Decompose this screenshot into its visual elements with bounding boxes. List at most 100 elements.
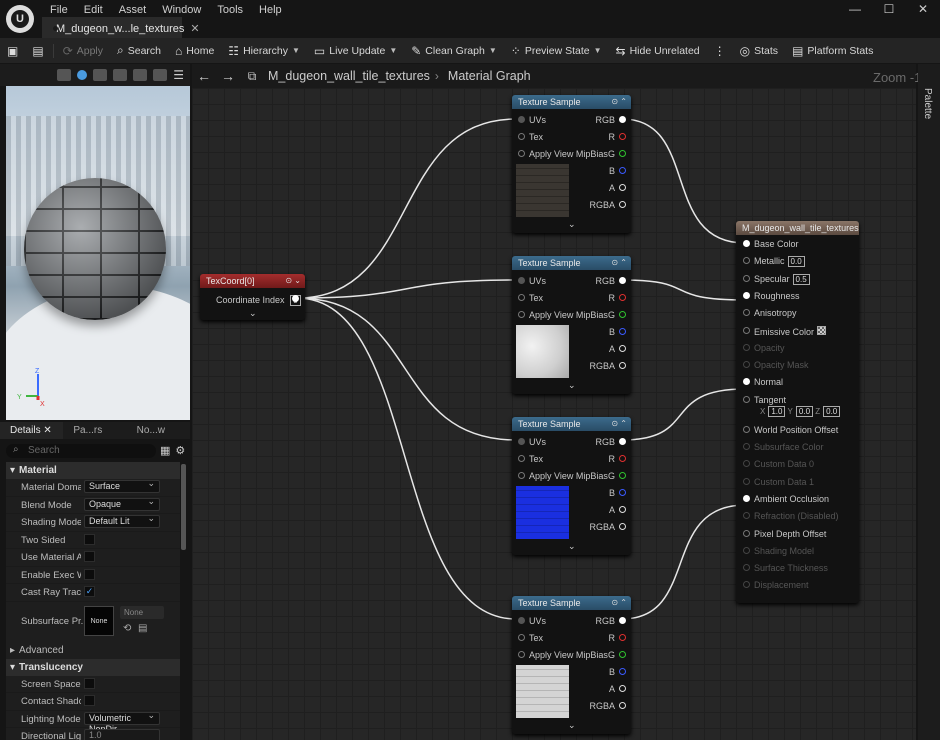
input-pin[interactable]: [518, 294, 525, 301]
apply-button[interactable]: ⟳ Apply: [56, 38, 110, 63]
material-preview-viewport[interactable]: Z Y X: [6, 86, 190, 420]
blend-mode-dropdown[interactable]: Opaque: [84, 496, 160, 511]
input-pin[interactable]: [518, 116, 525, 123]
output-pin[interactable]: [619, 277, 626, 284]
enable-exec-wire-checkbox[interactable]: [84, 568, 95, 580]
input-pin[interactable]: [518, 651, 525, 658]
output-node-input-pin[interactable]: [743, 326, 750, 334]
output-pin[interactable]: [619, 116, 626, 123]
directional-lighting-field[interactable]: 1.0: [84, 729, 160, 740]
search-button[interactable]: ⌕ Search: [110, 38, 168, 63]
texture-sample-node[interactable]: Texture Sample ⊙ ⌃ UVs Tex Apply View MipBia…: [512, 256, 631, 394]
input-pin[interactable]: [518, 150, 525, 157]
output-pin[interactable]: [619, 489, 626, 496]
hamburger-menu-icon[interactable]: ☰: [173, 68, 184, 82]
details-scrollbar[interactable]: [181, 464, 186, 550]
output-node-input-pin[interactable]: [743, 395, 750, 403]
menu-tools[interactable]: Tools: [209, 3, 251, 17]
input-pin[interactable]: [518, 617, 525, 624]
hide-unrelated-button[interactable]: ⇆ Hide Unrelated: [609, 38, 707, 63]
output-node-input-pin[interactable]: [743, 343, 750, 351]
preview-state-button[interactable]: ⁘ Preview State ▼: [504, 38, 609, 63]
reset-arrow-icon[interactable]: ⟲: [123, 623, 134, 634]
save-button[interactable]: ▣: [0, 38, 25, 63]
node-preview-icon[interactable]: ⊙ ⌃: [611, 256, 627, 270]
output-pin[interactable]: [619, 455, 626, 462]
node-preview-icon[interactable]: ⊙ ⌃: [611, 95, 627, 109]
forward-arrow-icon[interactable]: →: [216, 68, 240, 84]
output-pin[interactable]: [619, 523, 626, 530]
pin-value-field[interactable]: 0.5: [792, 273, 810, 285]
close-tab-icon[interactable]: ✕: [190, 22, 199, 35]
cylinder-preview-icon[interactable]: [133, 69, 148, 81]
hierarchy-button[interactable]: ☷ Hierarchy ▼: [221, 38, 307, 63]
output-node-input-pin[interactable]: [743, 564, 750, 572]
input-pin[interactable]: [518, 277, 525, 284]
input-pin[interactable]: [518, 133, 525, 140]
output-node-input-pin[interactable]: [743, 581, 750, 589]
output-node-input-pin[interactable]: [743, 378, 750, 386]
details-search-input[interactable]: Search: [6, 443, 156, 458]
output-pin[interactable]: [619, 201, 626, 208]
breadcrumb-graph[interactable]: Material Graph: [448, 69, 531, 83]
menu-asset[interactable]: Asset: [111, 3, 155, 17]
unreal-logo[interactable]: U: [6, 5, 34, 33]
home-button[interactable]: ⌂ Home: [168, 38, 221, 63]
output-node-input-pin[interactable]: [743, 291, 750, 299]
section-material[interactable]: ▾ Material: [6, 462, 180, 479]
two-sided-checkbox[interactable]: [84, 533, 95, 545]
output-node-input-pin[interactable]: [743, 240, 750, 247]
output-node-input-pin[interactable]: [743, 460, 750, 468]
tab-node-preview[interactable]: No...w: [127, 422, 190, 439]
stats-button[interactable]: ◎ Stats: [733, 38, 785, 63]
pin-value-field[interactable]: 0.0: [787, 256, 805, 268]
texcoord-node[interactable]: TexCoord[0] ⊙ ⌄ Coordinate Index 0 ⌄: [200, 274, 305, 320]
texture-sample-node[interactable]: Texture Sample ⊙ ⌃ UVs Tex Apply View MipBia…: [512, 596, 631, 734]
output-node-input-pin[interactable]: [743, 512, 750, 520]
clean-graph-button[interactable]: ✎ Clean Graph ▼: [404, 38, 504, 63]
output-pin[interactable]: [619, 472, 626, 479]
output-pin[interactable]: [619, 651, 626, 658]
expand-chevron-icon[interactable]: ⌄: [568, 380, 576, 391]
browse-button[interactable]: ▤: [25, 38, 50, 63]
output-node-input-pin[interactable]: [743, 443, 750, 450]
output-node-input-pin[interactable]: [743, 257, 750, 265]
tab-details[interactable]: Details ✕: [0, 422, 64, 439]
lighting-mode-dropdown[interactable]: Volumetric NonDir: [84, 710, 160, 734]
output-pin[interactable]: [619, 328, 626, 335]
viewport-options-icon[interactable]: [57, 69, 72, 81]
color-swatch[interactable]: [817, 325, 827, 335]
material-output-node[interactable]: M_dugeon_wall_tile_textures Base Color Me…: [736, 221, 859, 603]
menu-window[interactable]: Window: [154, 3, 209, 17]
platform-stats-button[interactable]: ▤ Platform Stats: [785, 38, 880, 63]
output-node-input-pin[interactable]: [743, 425, 750, 433]
subsurface-profile-dropdown[interactable]: None: [120, 605, 164, 619]
output-pin[interactable]: [619, 294, 626, 301]
use-material-attributes-checkbox[interactable]: [84, 551, 95, 562]
cube-preview-icon[interactable]: [113, 69, 128, 81]
texture-sample-node[interactable]: Texture Sample ⊙ ⌃ UVs Tex Apply View MipBia…: [512, 417, 631, 555]
output-pin[interactable]: [619, 702, 626, 709]
close-window-button[interactable]: ✕: [906, 0, 940, 20]
maximize-button[interactable]: ☐: [872, 0, 906, 20]
shading-model-dropdown[interactable]: Default Lit: [84, 513, 160, 528]
sphere-preview-icon[interactable]: [77, 70, 88, 80]
tangent-z-field[interactable]: 0.0: [823, 405, 841, 417]
browse-folder-icon[interactable]: ▤: [138, 623, 149, 634]
input-pin[interactable]: [518, 634, 525, 641]
subsurface-profile-thumbnail[interactable]: None: [84, 605, 114, 636]
output-pin[interactable]: [619, 634, 626, 641]
back-arrow-icon[interactable]: ←: [192, 68, 216, 84]
output-pin[interactable]: [619, 133, 626, 140]
output-pin[interactable]: [619, 438, 626, 445]
output-pin[interactable]: [619, 150, 626, 157]
palette-panel[interactable]: Palette: [918, 64, 940, 740]
output-node-input-pin[interactable]: [743, 494, 750, 502]
input-pin[interactable]: [518, 455, 525, 462]
menu-file[interactable]: File: [42, 3, 76, 17]
section-advanced[interactable]: ▸ Advanced: [6, 641, 180, 659]
node-preview-icon[interactable]: ⊙ ⌃: [611, 596, 627, 610]
section-translucency[interactable]: ▾ Translucency: [6, 658, 180, 676]
texture-sample-node[interactable]: Texture Sample ⊙ ⌃ UVs Tex Apply View MipBia…: [512, 95, 631, 233]
menu-edit[interactable]: Edit: [76, 3, 111, 17]
